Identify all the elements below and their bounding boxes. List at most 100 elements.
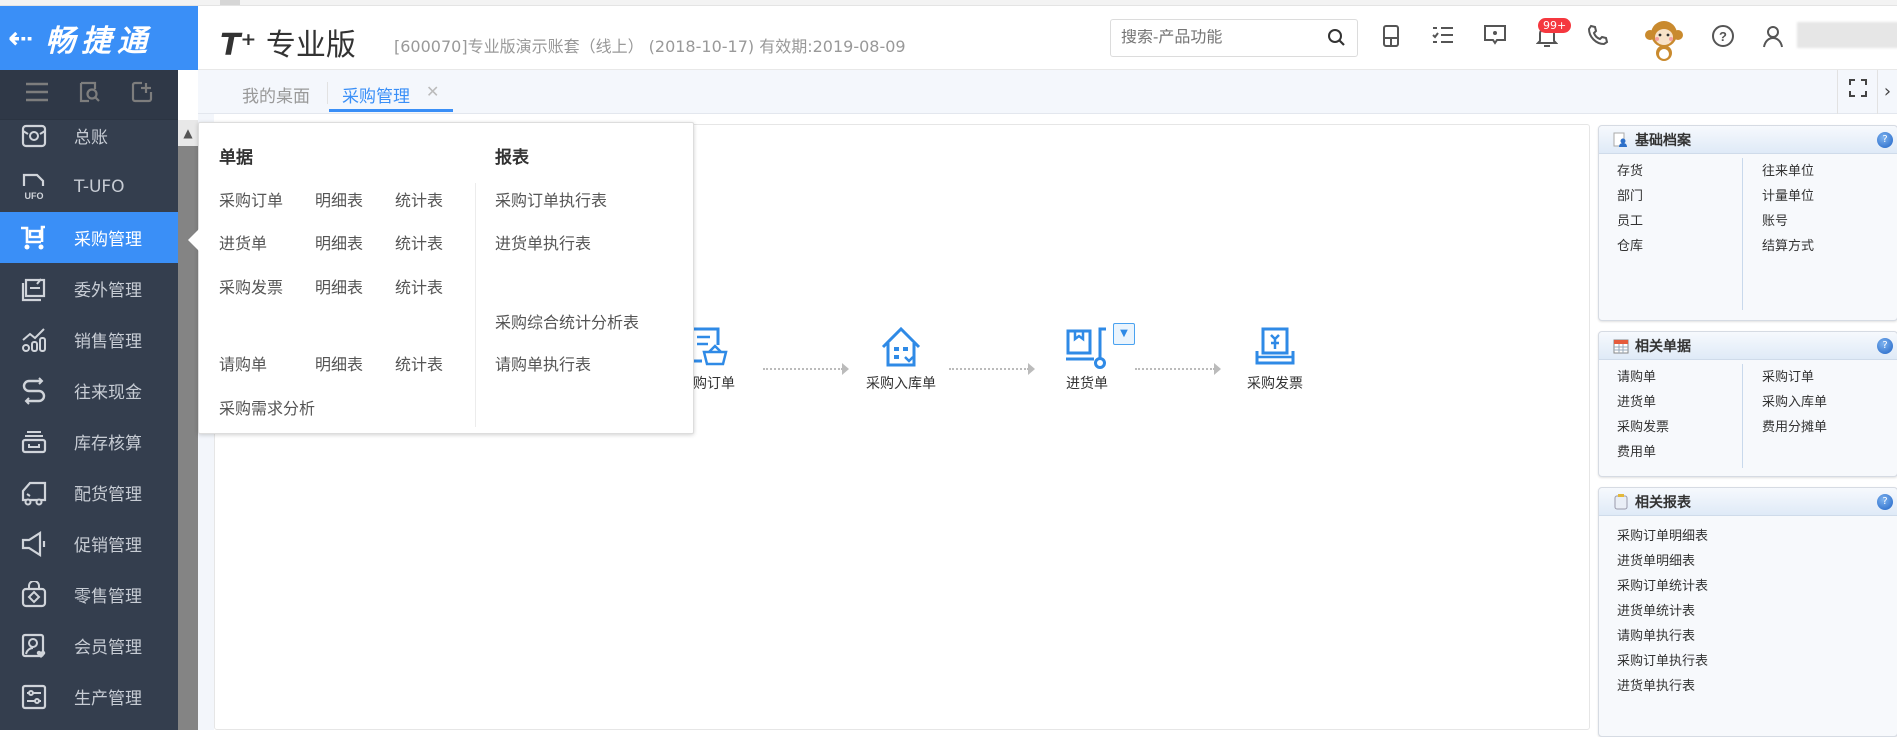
sidebar-item-label: 总账 xyxy=(74,128,108,148)
menu-item-purchase-invoice-detail[interactable]: 明细表 xyxy=(315,274,363,298)
flow-arrow xyxy=(1135,363,1221,375)
product-prefix: T⁺ xyxy=(220,28,257,63)
menu-divider xyxy=(475,183,476,427)
purchase-management-menu: 单据 报表 采购订单 明细表 统计表 进货单 明细表 统计表 采购发票 明细表 … xyxy=(198,122,694,434)
menu-item-purchase-invoice-stats[interactable]: 统计表 xyxy=(395,274,443,298)
sidebar-item[interactable]: 促销管理 xyxy=(0,518,178,569)
menu-item-receiving-detail[interactable]: 明细表 xyxy=(315,230,363,254)
back-arrow-icon[interactable]: ⇠ xyxy=(8,21,33,56)
panel-related-reports: 相关报表 ? 采购订单明细表 进货单明细表 采购订单统计表 进货单统计表 请购单执行表采… xyxy=(1598,487,1897,737)
help-icon[interactable]: ? xyxy=(1877,132,1893,148)
panel-link[interactable]: 采购订单执行表 xyxy=(1617,649,1897,674)
search-icon[interactable] xyxy=(1327,28,1347,53)
receiving-icon xyxy=(1066,327,1106,369)
sidebar-item[interactable]: 库存核算 xyxy=(0,416,178,467)
panel-link[interactable]: 员工 xyxy=(1617,209,1748,234)
panel-link[interactable]: 进货单 xyxy=(1617,390,1748,415)
menu-pointer xyxy=(188,229,199,251)
menu-item-purchase-order-stats[interactable]: 统计表 xyxy=(395,187,443,211)
tab-my-desktop[interactable]: 我的桌面 xyxy=(242,82,310,107)
menu-item-requisition[interactable]: 请购单 xyxy=(219,351,267,375)
sidebar-item[interactable]: 总账 xyxy=(0,110,178,161)
panel-link[interactable]: 采购入库单 xyxy=(1762,390,1897,415)
message-icon[interactable] xyxy=(1480,24,1510,54)
phone-icon[interactable] xyxy=(1583,24,1613,54)
search-box[interactable] xyxy=(1110,19,1358,57)
sidebar-item[interactable]: 会员管理 xyxy=(0,620,178,671)
sidebar-item[interactable]: 采购管理 xyxy=(0,212,178,263)
help-icon[interactable]: ? xyxy=(1877,338,1893,354)
ufo-report-icon: UFO xyxy=(18,171,50,203)
panel-link[interactable]: 进货单执行表 xyxy=(1617,674,1897,699)
flow-arrow xyxy=(949,363,1035,375)
sidebar-item[interactable]: 往来现金 xyxy=(0,365,178,416)
help-icon[interactable]: ? xyxy=(1708,24,1738,54)
panel-link[interactable]: 采购订单统计表 xyxy=(1617,574,1897,599)
invoice-icon xyxy=(1255,327,1295,365)
sidebar-item[interactable]: 销售管理 xyxy=(0,314,178,365)
tab-purchase-management[interactable]: 采购管理 xyxy=(342,82,410,107)
menu-item-requisition-stats[interactable]: 统计表 xyxy=(395,351,443,375)
menu-item-purchase-order-detail[interactable]: 明细表 xyxy=(315,187,363,211)
add-shortcut-icon[interactable] xyxy=(130,80,154,110)
scroll-thumb[interactable] xyxy=(220,0,240,5)
brand-logo[interactable]: 畅捷通 xyxy=(45,16,153,60)
panel-link[interactable]: 账号 xyxy=(1762,209,1897,234)
panel-link[interactable]: 仓库 xyxy=(1617,234,1748,259)
retail-bag-icon xyxy=(18,579,50,611)
menu-report-purchase-summary[interactable]: 采购综合统计分析表 xyxy=(495,309,639,333)
menu-item-demand-analysis[interactable]: 采购需求分析 xyxy=(219,395,315,419)
panel-link[interactable]: 进货单明细表 xyxy=(1617,549,1897,574)
panel-link[interactable]: 费用分摊单 xyxy=(1762,415,1897,440)
tab-separator xyxy=(327,82,328,104)
chevron-right-icon[interactable]: › xyxy=(1877,70,1897,114)
panel-link[interactable]: 费用单 xyxy=(1617,440,1748,465)
panel-link[interactable]: 存货 xyxy=(1617,159,1748,184)
menu-report-requisition-exec[interactable]: 请购单执行表 xyxy=(495,351,591,375)
flow-node-warehouse-in[interactable]: 采购入库单 xyxy=(841,325,961,393)
menu-item-purchase-order[interactable]: 采购订单 xyxy=(219,187,283,211)
close-tab-icon[interactable]: ✕ xyxy=(426,82,439,101)
panel-body: 请购单 进货单 采购发票 费用单 采购订单 采购入库单 费用分摊单 xyxy=(1599,360,1897,468)
panel-link[interactable]: 进货单统计表 xyxy=(1617,599,1897,624)
menu-item-purchase-invoice[interactable]: 采购发票 xyxy=(219,274,283,298)
menu-item-receiving-stats[interactable]: 统计表 xyxy=(395,230,443,254)
menu-icon[interactable] xyxy=(24,81,50,109)
panel-link[interactable]: 请购单执行表 xyxy=(1617,624,1897,649)
menu-item-requisition-detail[interactable]: 明细表 xyxy=(315,351,363,375)
warehouse-in-icon xyxy=(881,326,921,367)
panel-link[interactable]: 请购单 xyxy=(1617,365,1748,390)
sidebar-item-label: 生产管理 xyxy=(74,689,142,709)
panel-link[interactable]: 往来单位 xyxy=(1762,159,1897,184)
panel-link[interactable]: 部门 xyxy=(1617,184,1748,209)
search-box-icon[interactable] xyxy=(78,80,102,110)
help-icon[interactable]: ? xyxy=(1877,494,1893,510)
mobile-icon[interactable] xyxy=(1376,24,1406,54)
panel-link[interactable]: 采购订单 xyxy=(1762,365,1897,390)
username-obscured[interactable] xyxy=(1797,22,1897,48)
panel-link[interactable]: 结算方式 xyxy=(1762,234,1897,259)
menu-item-receiving[interactable]: 进货单 xyxy=(219,230,267,254)
user-icon[interactable] xyxy=(1758,24,1788,54)
monkey-avatar-icon[interactable] xyxy=(1644,20,1684,62)
sidebar-item[interactable]: UFO T-UFO xyxy=(0,161,178,212)
menu-report-receiving-exec[interactable]: 进货单执行表 xyxy=(495,230,591,254)
sidebar-item[interactable]: 委外管理 xyxy=(0,263,178,314)
flow-node-invoice[interactable]: 采购发票 xyxy=(1215,325,1335,393)
megaphone-icon xyxy=(18,528,50,560)
panel-link[interactable]: 计量单位 xyxy=(1762,184,1897,209)
menu-report-purchase-order-exec[interactable]: 采购订单执行表 xyxy=(495,187,607,211)
panel-link[interactable]: 采购发票 xyxy=(1617,415,1748,440)
search-input[interactable] xyxy=(1111,29,1311,47)
calendar-icon xyxy=(1613,339,1629,353)
sidebar-item-label: 会员管理 xyxy=(74,638,142,658)
task-list-icon[interactable] xyxy=(1428,24,1458,54)
sidebar-item[interactable]: 零售管理 xyxy=(0,569,178,620)
fullscreen-icon[interactable] xyxy=(1837,70,1877,114)
panel-link[interactable]: 采购订单明细表 xyxy=(1617,524,1897,549)
sidebar-item[interactable]: 生产管理 xyxy=(0,671,178,722)
sidebar-item[interactable]: 配货管理 xyxy=(0,467,178,518)
receiving-dropdown-button[interactable]: ▼ xyxy=(1113,323,1135,345)
sidebar-scrollbar[interactable]: ▲ xyxy=(178,120,198,730)
scroll-up-button[interactable]: ▲ xyxy=(178,120,198,146)
